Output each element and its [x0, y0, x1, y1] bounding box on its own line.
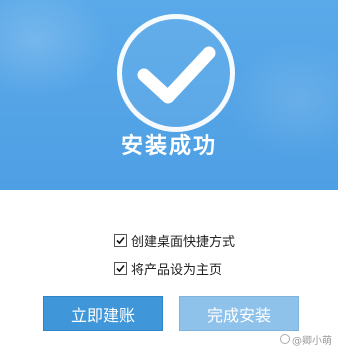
finish-install-button[interactable]: 完成安装	[179, 296, 299, 331]
set-homepage-checkbox[interactable]: 将产品设为主页	[114, 259, 223, 278]
set-homepage-label: 将产品设为主页	[131, 262, 223, 278]
dialog-header: 安装成功	[0, 0, 338, 190]
check-circle-icon	[117, 14, 235, 132]
create-account-button[interactable]: 立即建账	[43, 296, 163, 331]
watermark: @卿小萌	[280, 332, 332, 347]
watermark-logo-icon	[280, 334, 290, 344]
checkbox-checked-icon[interactable]	[114, 233, 127, 247]
dialog-title: 安装成功	[120, 134, 217, 159]
create-shortcut-label: 创建桌面快捷方式	[131, 234, 236, 250]
checkbox-checked-icon[interactable]	[114, 261, 127, 275]
header-glow-left	[0, 0, 110, 100]
checkmark-icon	[137, 46, 216, 104]
watermark-text: @卿小萌	[292, 335, 332, 347]
create-shortcut-checkbox[interactable]: 创建桌面快捷方式	[114, 231, 236, 250]
install-success-dialog: 安装成功 创建桌面快捷方式 将产品设为主页 立即建账 完成安装 @卿小萌	[0, 0, 338, 352]
